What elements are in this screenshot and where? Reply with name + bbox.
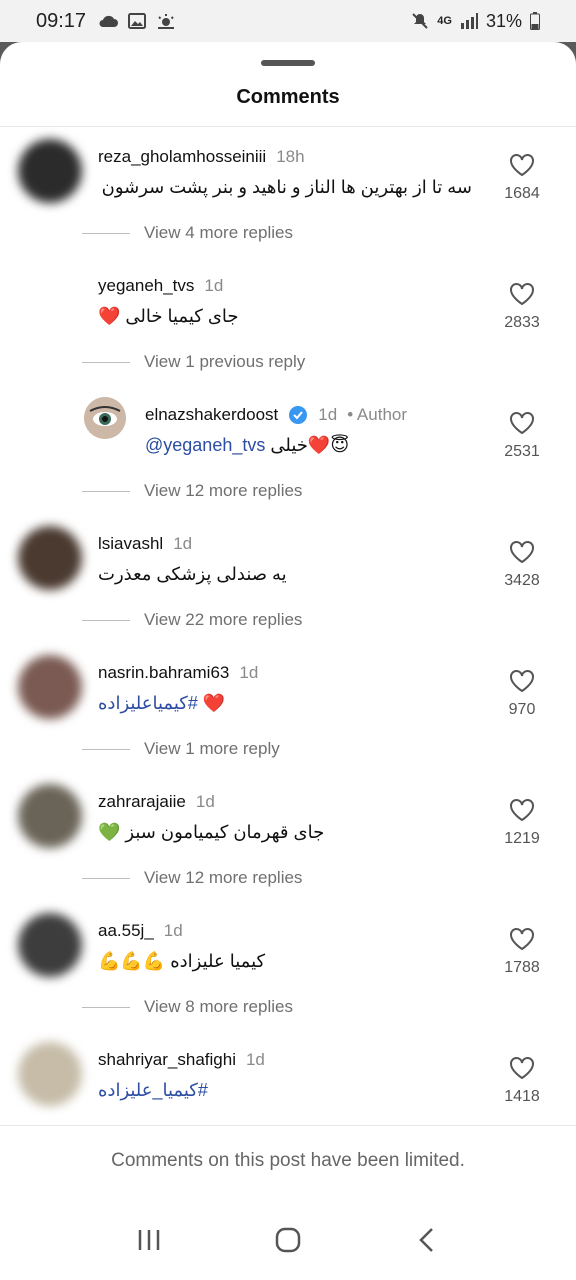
comment-text: کیمیا علیزاده 💪💪💪 — [98, 951, 266, 971]
view-replies-button[interactable]: View 12 more replies — [82, 868, 302, 888]
comment-item: yeganeh_tvs 1d جای کیمیا خالی ❤️ View 1 … — [0, 256, 576, 385]
avatar[interactable] — [18, 526, 82, 590]
like-count: 1219 — [504, 830, 540, 847]
like-button[interactable]: 970 — [498, 669, 546, 719]
view-replies-button[interactable]: View 1 more reply — [82, 739, 280, 759]
username[interactable]: aa.55j_ — [98, 921, 154, 941]
recent-apps-button[interactable] — [119, 1215, 179, 1265]
like-button[interactable]: 1684 — [498, 153, 546, 203]
comment-item: reza_gholamhosseiniii 18h سه تا از بهتری… — [0, 127, 576, 256]
comment-item: nasrin.bahrami63 1d ❤️ #کیمیاعلیزاده Vie… — [0, 643, 576, 772]
view-replies-button[interactable]: View 22 more replies — [82, 610, 302, 630]
comments-limited-notice: Comments on this post have been limited. — [111, 1150, 465, 1171]
comment-item: aa.55j_ 1d کیمیا علیزاده 💪💪💪 View 8 more… — [0, 901, 576, 1030]
comments-sheet: Comments reza_gholamhosseiniii 18h سه تا… — [0, 42, 576, 1280]
hashtag-link[interactable]: #کیمیا_علیزاده — [98, 1080, 208, 1100]
heart-icon — [510, 283, 534, 306]
comment-item: elnazshakerdoost 1d • Author @yeganeh_tv… — [0, 385, 576, 514]
view-replies-button[interactable]: View 12 more replies — [82, 481, 302, 501]
like-button[interactable]: 2531 — [498, 411, 546, 461]
comment-text: یه صندلی پزشکی معذرت — [98, 564, 287, 584]
heart-icon — [510, 799, 534, 822]
like-button[interactable]: 1788 — [498, 927, 546, 977]
mention-link[interactable]: @yeganeh_tvs — [145, 435, 265, 455]
avatar[interactable] — [84, 397, 126, 439]
verified-badge-icon — [289, 406, 308, 424]
heart-icon — [510, 541, 534, 564]
comment-item: zahrarajaiie 1d جای قهرمان کیمیامون سبز … — [0, 772, 576, 901]
sheet-title: Comments — [236, 86, 340, 108]
comment-text: @yeganeh_tvs خیلی❤️😇 — [145, 435, 350, 455]
like-count: 2833 — [504, 314, 540, 331]
comment-time: 1d — [173, 534, 193, 553]
comment-text: #کیمیا_علیزاده — [98, 1080, 208, 1101]
comment-text: سه تا از بهترین ها الناز و ناهید و بنر پ… — [101, 177, 472, 197]
like-count: 1418 — [504, 1088, 540, 1105]
network-type: 4G — [437, 15, 452, 27]
comment-time: 1d — [163, 921, 183, 940]
view-replies-button[interactable]: View 8 more replies — [82, 997, 293, 1017]
heart-icon — [510, 670, 534, 693]
heart-icon — [510, 412, 534, 435]
comment-time: 1d — [195, 792, 215, 811]
mute-icon — [412, 13, 428, 29]
comment-time: 1d — [239, 663, 259, 682]
divider — [0, 1125, 576, 1126]
avatar[interactable] — [18, 139, 82, 203]
cloud-icon — [99, 15, 119, 27]
comment-text: جای کیمیا خالی ❤️ — [98, 306, 239, 326]
comment-text: ❤️ #کیمیاعلیزاده — [98, 693, 226, 713]
home-button[interactable] — [258, 1215, 318, 1265]
username[interactable]: nasrin.bahrami63 — [98, 663, 229, 683]
android-nav-bar — [0, 1200, 576, 1280]
comment-text: جای قهرمان کیمیامون سبز 💚 — [98, 822, 325, 842]
like-button[interactable]: 3428 — [498, 540, 546, 590]
status-time: 09:17 — [36, 9, 87, 32]
view-replies-button[interactable]: View 4 more replies — [82, 223, 293, 243]
image-icon — [128, 13, 147, 29]
signal-icon — [460, 13, 478, 29]
like-count: 3428 — [504, 572, 540, 589]
username[interactable]: lsiavashl — [98, 534, 163, 554]
like-button[interactable]: 1219 — [498, 798, 546, 848]
avatar[interactable] — [18, 913, 82, 977]
heart-icon — [510, 928, 534, 951]
view-replies-button[interactable]: View 1 previous reply — [82, 352, 305, 372]
comment-time: 18h — [276, 147, 305, 166]
like-count: 1788 — [504, 959, 540, 976]
comment-item: shahriyar_shafighi 1d #کیمیا_علیزاده 141… — [0, 1030, 576, 1125]
username[interactable]: shahriyar_shafighi — [98, 1050, 236, 1070]
avatar[interactable] — [18, 1042, 82, 1106]
comment-time: 1d — [245, 1050, 265, 1069]
like-button[interactable]: 1418 — [498, 1056, 546, 1106]
username[interactable]: zahrarajaiie — [98, 792, 186, 812]
comment-time: 1d — [318, 405, 338, 424]
heart-icon — [510, 154, 534, 177]
author-tag: • Author — [347, 405, 408, 424]
comment-list[interactable]: reza_gholamhosseiniii 18h سه تا از بهتری… — [0, 127, 576, 1125]
comment-item: lsiavashl 1d یه صندلی پزشکی معذرت View 2… — [0, 514, 576, 643]
heart-icon — [510, 1057, 534, 1080]
recent-apps-icon — [139, 1230, 160, 1250]
username[interactable]: elnazshakerdoost — [145, 405, 278, 425]
hashtag-link[interactable]: #کیمیاعلیزاده — [98, 693, 198, 713]
avatar[interactable] — [18, 655, 82, 719]
username[interactable]: reza_gholamhosseiniii — [98, 147, 266, 167]
weather-icon — [158, 14, 175, 29]
comment-time: 1d — [204, 276, 224, 295]
username[interactable]: yeganeh_tvs — [98, 276, 194, 296]
back-chevron-icon — [418, 1228, 433, 1252]
avatar-photo-icon — [84, 397, 126, 439]
battery-percent: 31% — [485, 10, 522, 31]
like-count: 1684 — [504, 185, 540, 202]
status-bar: 09:17 4G 31% — [0, 0, 576, 42]
back-button[interactable] — [397, 1215, 457, 1265]
like-button[interactable]: 2833 — [498, 282, 546, 332]
home-icon — [275, 1227, 301, 1253]
like-count: 970 — [508, 701, 536, 718]
like-count: 2531 — [504, 443, 540, 460]
battery-icon — [530, 12, 540, 30]
sheet-grabber[interactable] — [261, 60, 315, 66]
avatar[interactable] — [18, 784, 82, 848]
